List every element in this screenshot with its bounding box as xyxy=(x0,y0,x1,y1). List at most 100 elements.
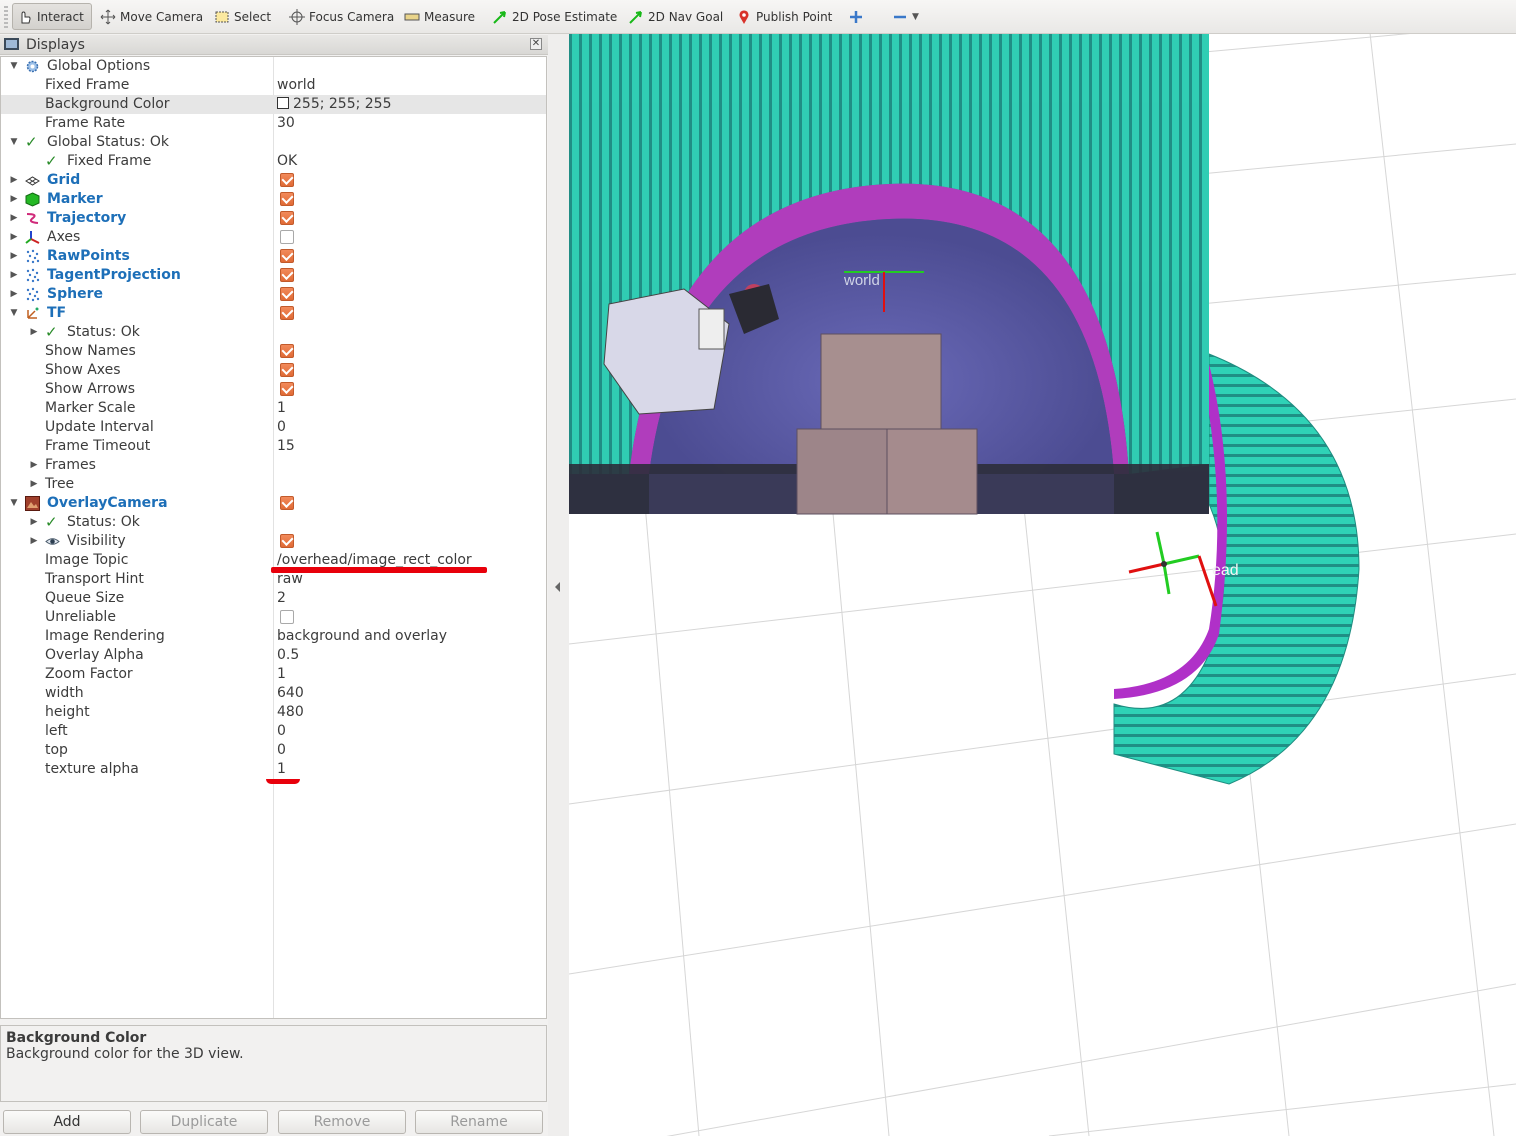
row-value[interactable]: 480 xyxy=(277,703,304,722)
rename-button[interactable]: Rename xyxy=(415,1110,543,1134)
row-value[interactable]: 1 xyxy=(277,665,286,684)
row-value[interactable]: world xyxy=(277,76,316,95)
marker-checkbox[interactable] xyxy=(280,192,294,206)
tree-row-global-status[interactable]: ▼ ✓ Global Status: Ok xyxy=(1,133,546,152)
displays-tree[interactable]: ▼ Global Options Fixed Frame world Backg… xyxy=(0,56,547,1019)
add-button[interactable]: Add xyxy=(3,1110,131,1134)
expand-arrow-icon[interactable]: ▶ xyxy=(9,266,19,285)
tree-row-overlaycamera-status[interactable]: ▶ ✓ Status: Ok xyxy=(1,513,546,532)
expand-arrow-icon[interactable]: ▶ xyxy=(29,532,39,551)
trajectory-checkbox[interactable] xyxy=(280,211,294,225)
row-value[interactable]: 2 xyxy=(277,589,286,608)
tree-row-visibility[interactable]: ▶ Visibility xyxy=(1,532,546,551)
tree-row-top[interactable]: top 0 xyxy=(1,741,546,760)
tree-row-queue-size[interactable]: Queue Size 2 xyxy=(1,589,546,608)
tool-publish-point[interactable]: Publish Point xyxy=(732,3,836,30)
tree-row-rawpoints[interactable]: ▶ RawPoints xyxy=(1,247,546,266)
panel-splitter[interactable] xyxy=(548,34,569,1136)
show-arrows-checkbox[interactable] xyxy=(280,382,294,396)
tree-row-trajectory[interactable]: ▶ Trajectory xyxy=(1,209,546,228)
tree-row-image-rendering[interactable]: Image Rendering background and overlay xyxy=(1,627,546,646)
row-value[interactable]: 30 xyxy=(277,114,295,133)
tree-row-marker[interactable]: ▶ Marker xyxy=(1,190,546,209)
scene-canvas[interactable]: ead world xyxy=(569,34,1516,1136)
toolbar-grip[interactable] xyxy=(4,6,8,28)
expand-arrow-icon[interactable]: ▼ xyxy=(9,57,19,76)
tf-checkbox[interactable] xyxy=(280,306,294,320)
expand-arrow-icon[interactable]: ▼ xyxy=(9,304,19,323)
expand-arrow-icon[interactable]: ▼ xyxy=(9,133,19,152)
row-value[interactable]: 0 xyxy=(277,741,286,760)
tree-row-show-names[interactable]: Show Names xyxy=(1,342,546,361)
expand-arrow-icon[interactable]: ▶ xyxy=(9,285,19,304)
tree-row-background-color[interactable]: Background Color 255; 255; 255 xyxy=(1,95,546,114)
row-value[interactable]: 640 xyxy=(277,684,304,703)
tree-row-zoom-factor[interactable]: Zoom Factor 1 xyxy=(1,665,546,684)
tree-row-show-axes[interactable]: Show Axes xyxy=(1,361,546,380)
overlaycamera-checkbox[interactable] xyxy=(280,496,294,510)
tree-row-marker-scale[interactable]: Marker Scale 1 xyxy=(1,399,546,418)
tree-row-width[interactable]: width 640 xyxy=(1,684,546,703)
add-tool-button[interactable] xyxy=(844,3,872,30)
duplicate-button[interactable]: Duplicate xyxy=(140,1110,268,1134)
tree-row-unreliable[interactable]: Unreliable xyxy=(1,608,546,627)
tree-row-fixed-frame[interactable]: Fixed Frame world xyxy=(1,76,546,95)
collapse-arrow-icon[interactable] xyxy=(555,582,560,592)
tree-row-height[interactable]: height 480 xyxy=(1,703,546,722)
show-axes-checkbox[interactable] xyxy=(280,363,294,377)
tree-row-show-arrows[interactable]: Show Arrows xyxy=(1,380,546,399)
render-view-3d[interactable]: ead world xyxy=(569,34,1516,1136)
tree-row-texture-alpha[interactable]: texture alpha 1 xyxy=(1,760,546,779)
tree-row-frame-rate[interactable]: Frame Rate 30 xyxy=(1,114,546,133)
tree-row-update-interval[interactable]: Update Interval 0 xyxy=(1,418,546,437)
tool-move-camera[interactable]: Move Camera xyxy=(96,3,207,30)
tree-row-fixed-frame-status[interactable]: ✓ Fixed Frame OK xyxy=(1,152,546,171)
remove-tool-button[interactable]: ▼ xyxy=(888,3,923,30)
tree-row-axes[interactable]: ▶ Axes xyxy=(1,228,546,247)
grid-checkbox[interactable] xyxy=(280,173,294,187)
expand-arrow-icon[interactable]: ▶ xyxy=(9,228,19,247)
remove-button[interactable]: Remove xyxy=(278,1110,406,1134)
tree-row-tf-status[interactable]: ▶ ✓ Status: Ok xyxy=(1,323,546,342)
row-value[interactable]: 0 xyxy=(277,722,286,741)
tree-row-frames[interactable]: ▶ Frames xyxy=(1,456,546,475)
expand-arrow-icon[interactable]: ▶ xyxy=(29,456,39,475)
tool-focus-camera[interactable]: Focus Camera xyxy=(285,3,398,30)
expand-arrow-icon[interactable]: ▶ xyxy=(9,247,19,266)
close-icon[interactable]: ✕ xyxy=(530,38,542,50)
row-value[interactable]: 255; 255; 255 xyxy=(277,95,392,114)
row-value[interactable]: 0 xyxy=(277,418,286,437)
expand-arrow-icon[interactable]: ▶ xyxy=(29,475,39,494)
tree-row-overlay-alpha[interactable]: Overlay Alpha 0.5 xyxy=(1,646,546,665)
expand-arrow-icon[interactable]: ▼ xyxy=(9,494,19,513)
expand-arrow-icon[interactable]: ▶ xyxy=(29,323,39,342)
visibility-checkbox[interactable] xyxy=(280,534,294,548)
row-value[interactable]: 1 xyxy=(277,399,286,418)
expand-arrow-icon[interactable]: ▶ xyxy=(9,209,19,228)
show-names-checkbox[interactable] xyxy=(280,344,294,358)
rawpoints-checkbox[interactable] xyxy=(280,249,294,263)
sphere-checkbox[interactable] xyxy=(280,287,294,301)
tool-interact[interactable]: Interact xyxy=(12,3,92,30)
row-value[interactable]: 15 xyxy=(277,437,295,456)
tree-row-overlaycamera[interactable]: ▼ OverlayCamera xyxy=(1,494,546,513)
tree-row-frame-timeout[interactable]: Frame Timeout 15 xyxy=(1,437,546,456)
tree-row-sphere[interactable]: ▶ Sphere xyxy=(1,285,546,304)
unreliable-checkbox[interactable] xyxy=(280,610,294,624)
expand-arrow-icon[interactable]: ▶ xyxy=(9,190,19,209)
tagentprojection-checkbox[interactable] xyxy=(280,268,294,282)
tree-row-tf[interactable]: ▼ TF xyxy=(1,304,546,323)
row-value[interactable]: background and overlay xyxy=(277,627,447,646)
tree-row-tree[interactable]: ▶ Tree xyxy=(1,475,546,494)
tree-row-grid[interactable]: ▶ Grid xyxy=(1,171,546,190)
tree-row-left[interactable]: left 0 xyxy=(1,722,546,741)
tool-2d-nav-goal[interactable]: 2D Nav Goal xyxy=(624,3,727,30)
tree-row-global-options[interactable]: ▼ Global Options xyxy=(1,57,546,76)
expand-arrow-icon[interactable]: ▶ xyxy=(29,513,39,532)
expand-arrow-icon[interactable]: ▶ xyxy=(9,171,19,190)
row-value[interactable]: 1 xyxy=(277,760,286,779)
row-value[interactable]: 0.5 xyxy=(277,646,299,665)
axes-checkbox[interactable] xyxy=(280,230,294,244)
tool-select[interactable]: Select xyxy=(210,3,275,30)
tool-measure[interactable]: Measure xyxy=(400,3,479,30)
